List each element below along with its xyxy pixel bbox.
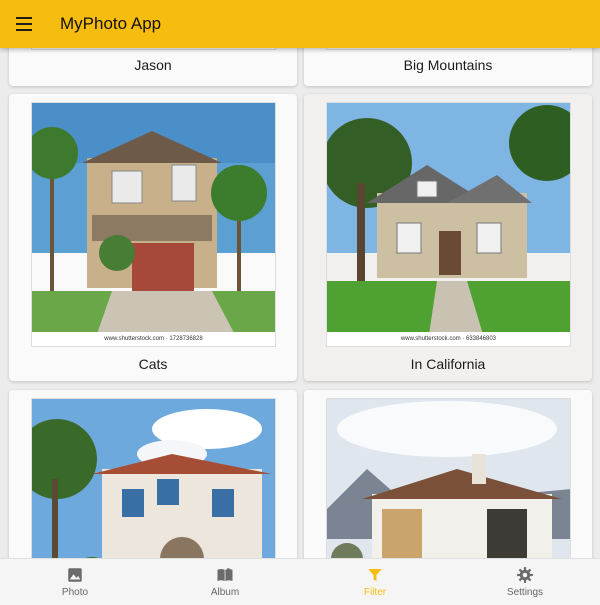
photo-thumbnail	[31, 48, 276, 50]
nav-item-filter[interactable]: Filter	[300, 559, 450, 605]
menu-icon	[16, 15, 32, 33]
photo-thumbnail	[326, 398, 571, 558]
nav-label: Filter	[363, 587, 387, 598]
photo-caption: Cats	[138, 356, 168, 372]
photo-thumbnail	[31, 398, 276, 558]
photo-card[interactable]	[304, 390, 592, 558]
photo-card-big-mountains[interactable]: Big Mountains	[304, 48, 592, 86]
app-bar: MyPhoto App	[0, 0, 600, 48]
nav-item-photo[interactable]: Photo	[0, 559, 150, 605]
photo-card-cats[interactable]: www.shutterstock.com · 1728736828 Cats	[9, 94, 297, 381]
photo-caption: In California	[410, 356, 486, 372]
house-photo-image	[32, 103, 275, 346]
nav-label: Photo	[61, 587, 89, 598]
house-photo-image	[327, 399, 570, 558]
nav-item-album[interactable]: Album	[150, 559, 300, 605]
house-photo-image	[32, 399, 275, 558]
nav-item-settings[interactable]: Settings	[450, 559, 600, 605]
image-icon	[68, 568, 82, 582]
photo-thumbnail	[326, 48, 571, 50]
bottom-navigation: Photo Album Filter Settings	[0, 558, 600, 605]
photo-grid: Jason Big Mountains www.shutterstock.com…	[0, 48, 600, 558]
photo-card-jason[interactable]: Jason	[9, 48, 297, 86]
photo-thumbnail: www.shutterstock.com · 633846803	[326, 102, 571, 347]
photo-credit: www.shutterstock.com · 633846803	[327, 332, 570, 346]
app-title: MyPhoto App	[60, 14, 162, 33]
photo-card-in-california[interactable]: www.shutterstock.com · 633846803 In Cali…	[304, 94, 592, 381]
book-icon	[217, 568, 233, 581]
nav-label: Album	[210, 587, 240, 598]
house-photo-image	[327, 103, 570, 346]
filter-icon	[368, 569, 382, 581]
photo-card[interactable]	[9, 390, 297, 558]
photo-thumbnail: www.shutterstock.com · 1728736828	[31, 102, 276, 347]
photo-caption: Big Mountains	[403, 57, 493, 73]
gear-icon	[517, 567, 533, 583]
menu-button[interactable]	[0, 0, 48, 48]
photo-credit: www.shutterstock.com · 1728736828	[32, 332, 275, 346]
photo-caption: Jason	[134, 57, 172, 73]
nav-label: Settings	[506, 587, 544, 598]
